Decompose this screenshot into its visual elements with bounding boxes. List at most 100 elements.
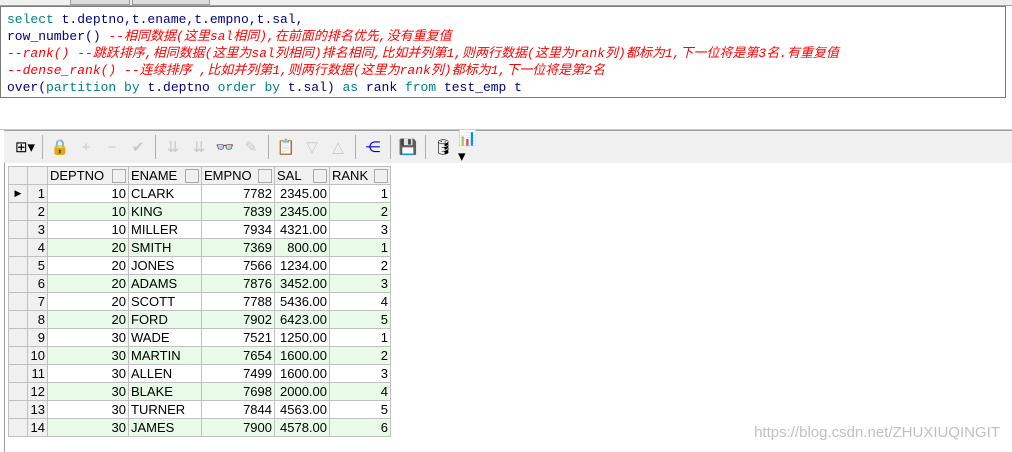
table-row[interactable]: 12 30 BLAKE 7698 2000.00 4: [8, 382, 391, 401]
lock-icon[interactable]: 🔒: [49, 136, 71, 158]
table-cell[interactable]: 4: [329, 292, 391, 311]
row-indicator[interactable]: [8, 238, 28, 257]
row-indicator[interactable]: [8, 400, 28, 419]
delete-record-icon[interactable]: −: [101, 136, 123, 158]
table-cell[interactable]: 2345.00: [274, 184, 330, 203]
table-cell[interactable]: 3: [329, 364, 391, 383]
table-cell[interactable]: 10: [47, 202, 129, 221]
table-cell[interactable]: 6423.00: [274, 310, 330, 329]
table-cell[interactable]: 10: [47, 184, 129, 203]
table-cell[interactable]: 7654: [201, 346, 275, 365]
tree-icon[interactable]: ⋲: [362, 136, 384, 158]
table-cell[interactable]: 7698: [201, 382, 275, 401]
column-header[interactable]: ENAME: [128, 166, 202, 185]
table-cell[interactable]: MILLER: [128, 220, 202, 239]
table-cell[interactable]: 4578.00: [274, 418, 330, 437]
table-row[interactable]: 13 30 TURNER 7844 4563.00 5: [8, 400, 391, 419]
fetch-next-icon[interactable]: ⇊: [162, 136, 184, 158]
table-cell[interactable]: 30: [47, 328, 129, 347]
table-cell[interactable]: 7369: [201, 238, 275, 257]
table-cell[interactable]: WADE: [128, 328, 202, 347]
table-cell[interactable]: ALLEN: [128, 364, 202, 383]
table-cell[interactable]: 20: [47, 310, 129, 329]
table-cell[interactable]: 7839: [201, 202, 275, 221]
table-row[interactable]: 14 30 JAMES 7900 4578.00 6: [8, 418, 391, 437]
sort-descending-icon[interactable]: ▽: [301, 136, 323, 158]
save-icon[interactable]: 💾: [397, 136, 419, 158]
table-cell[interactable]: 6: [329, 418, 391, 437]
table-row[interactable]: 11 30 ALLEN 7499 1600.00 3: [8, 364, 391, 383]
table-cell[interactable]: TURNER: [128, 400, 202, 419]
row-indicator[interactable]: [8, 382, 28, 401]
table-cell[interactable]: 7788: [201, 292, 275, 311]
sql-editor[interactable]: select t.deptno,t.ename,t.empno,t.sal, ro…: [0, 6, 1006, 98]
chart-icon[interactable]: 📊▾: [458, 130, 480, 165]
table-cell[interactable]: 30: [47, 418, 129, 437]
table-cell[interactable]: JAMES: [128, 418, 202, 437]
sort-ascending-icon[interactable]: △: [327, 136, 349, 158]
table-cell[interactable]: 5436.00: [274, 292, 330, 311]
table-cell[interactable]: 7902: [201, 310, 275, 329]
table-row[interactable]: 7 20 SCOTT 7788 5436.00 4: [8, 292, 391, 311]
table-row[interactable]: 6 20 ADAMS 7876 3452.00 3: [8, 274, 391, 293]
table-row[interactable]: ▶ 1 10 CLARK 7782 2345.00 1: [8, 184, 391, 203]
table-cell[interactable]: 1234.00: [274, 256, 330, 275]
row-indicator[interactable]: [8, 274, 28, 293]
table-row[interactable]: 5 20 JONES 7566 1234.00 2: [8, 256, 391, 275]
table-cell[interactable]: 7499: [201, 364, 275, 383]
table-cell[interactable]: 1600.00: [274, 364, 330, 383]
table-cell[interactable]: BLAKE: [128, 382, 202, 401]
table-cell[interactable]: 2: [329, 346, 391, 365]
row-indicator[interactable]: [8, 346, 28, 365]
table-cell[interactable]: 30: [47, 364, 129, 383]
column-header[interactable]: RANK: [329, 166, 391, 185]
add-record-icon[interactable]: +: [75, 136, 97, 158]
table-cell[interactable]: 30: [47, 382, 129, 401]
table-cell[interactable]: FORD: [128, 310, 202, 329]
table-cell[interactable]: 20: [47, 292, 129, 311]
fetch-all-icon[interactable]: ⇊: [188, 136, 210, 158]
table-cell[interactable]: 1600.00: [274, 346, 330, 365]
clear-icon[interactable]: ✎: [240, 136, 262, 158]
table-cell[interactable]: 3: [329, 274, 391, 293]
table-cell[interactable]: 2000.00: [274, 382, 330, 401]
column-menu-button[interactable]: [185, 169, 199, 183]
table-cell[interactable]: 7566: [201, 256, 275, 275]
column-header[interactable]: DEPTNO: [47, 166, 129, 185]
table-row[interactable]: 3 10 MILLER 7934 4321.00 3: [8, 220, 391, 239]
table-row[interactable]: 8 20 FORD 7902 6423.00 5: [8, 310, 391, 329]
table-row[interactable]: 10 30 MARTIN 7654 1600.00 2: [8, 346, 391, 365]
row-indicator[interactable]: [8, 418, 28, 437]
row-indicator[interactable]: [8, 328, 28, 347]
table-cell[interactable]: SMITH: [128, 238, 202, 257]
table-cell[interactable]: 2: [329, 256, 391, 275]
table-cell[interactable]: 1250.00: [274, 328, 330, 347]
column-header[interactable]: SAL: [274, 166, 330, 185]
row-indicator[interactable]: [8, 202, 28, 221]
table-cell[interactable]: 20: [47, 238, 129, 257]
row-indicator[interactable]: [8, 220, 28, 239]
row-indicator[interactable]: [8, 256, 28, 275]
table-cell[interactable]: 1: [329, 184, 391, 203]
row-indicator[interactable]: ▶: [8, 184, 28, 203]
table-cell[interactable]: 20: [47, 256, 129, 275]
tab[interactable]: [132, 0, 210, 5]
table-row[interactable]: 9 30 WADE 7521 1250.00 1: [8, 328, 391, 347]
table-cell[interactable]: KING: [128, 202, 202, 221]
table-row[interactable]: 2 10 KING 7839 2345.00 2: [8, 202, 391, 221]
table-cell[interactable]: 10: [47, 220, 129, 239]
table-cell[interactable]: MARTIN: [128, 346, 202, 365]
column-menu-button[interactable]: [112, 169, 126, 183]
table-cell[interactable]: 3: [329, 220, 391, 239]
table-cell[interactable]: SCOTT: [128, 292, 202, 311]
table-cell[interactable]: 5: [329, 400, 391, 419]
column-menu-button[interactable]: [374, 169, 388, 183]
table-cell[interactable]: JONES: [128, 256, 202, 275]
grid-layout-icon[interactable]: ⊞▾: [14, 136, 36, 158]
table-cell[interactable]: 5: [329, 310, 391, 329]
table-cell[interactable]: 4321.00: [274, 220, 330, 239]
table-cell[interactable]: 7900: [201, 418, 275, 437]
export-icon[interactable]: 📋: [275, 136, 297, 158]
table-row[interactable]: 4 20 SMITH 7369 800.00 1: [8, 238, 391, 257]
table-cell[interactable]: 7844: [201, 400, 275, 419]
